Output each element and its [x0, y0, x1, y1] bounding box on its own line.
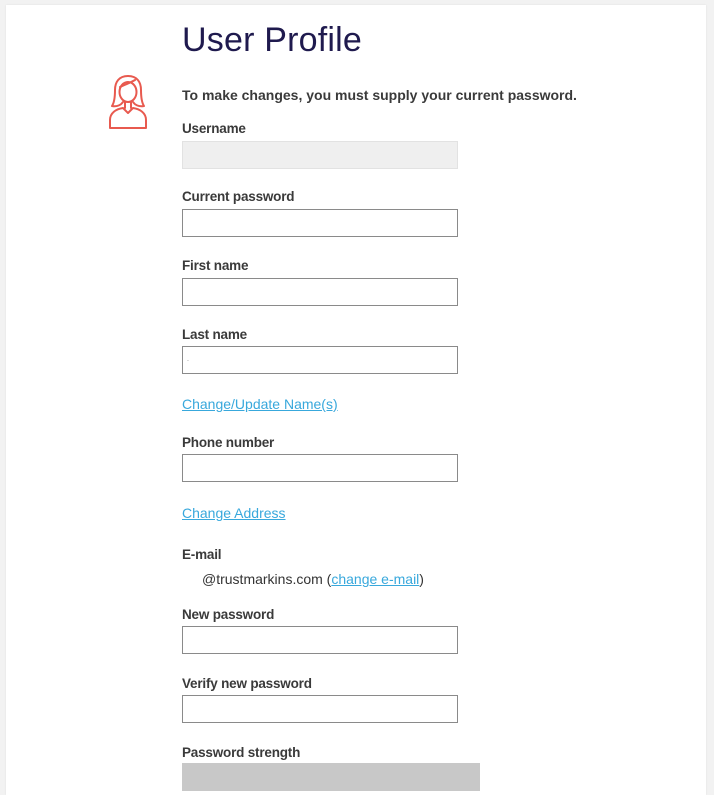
email-close-paren: )	[419, 571, 424, 587]
username-field[interactable]	[182, 141, 458, 169]
new-password-field[interactable]	[182, 626, 458, 654]
email-label: E-mail	[182, 547, 222, 562]
current-password-field[interactable]	[182, 209, 458, 237]
first-name-field[interactable]	[182, 278, 458, 306]
user-avatar-icon	[109, 75, 147, 129]
verify-new-password-field[interactable]	[182, 695, 458, 723]
phone-number-field[interactable]	[182, 454, 458, 482]
username-label: Username	[182, 121, 246, 136]
email-value-line: @trustmarkins.com (change e-mail)	[202, 571, 424, 587]
email-value: @trustmarkins.com	[202, 571, 323, 587]
password-strength-label: Password strength	[182, 745, 301, 760]
current-password-label: Current password	[182, 189, 295, 204]
password-strength-meter	[182, 763, 480, 791]
change-name-link[interactable]: Change/Update Name(s)	[182, 396, 338, 412]
change-address-link[interactable]: Change Address	[182, 505, 286, 521]
last-name-field[interactable]	[182, 346, 458, 374]
password-required-notice: To make changes, you must supply your cu…	[182, 87, 577, 103]
change-email-link[interactable]: change e-mail	[331, 571, 419, 587]
new-password-label: New password	[182, 607, 275, 622]
last-name-label: Last name	[182, 327, 247, 342]
phone-number-label: Phone number	[182, 435, 275, 450]
verify-new-password-label: Verify new password	[182, 676, 312, 691]
page-title: User Profile	[182, 21, 363, 59]
user-profile-page: User Profile To make changes, you must s…	[6, 5, 706, 795]
first-name-label: First name	[182, 258, 249, 273]
